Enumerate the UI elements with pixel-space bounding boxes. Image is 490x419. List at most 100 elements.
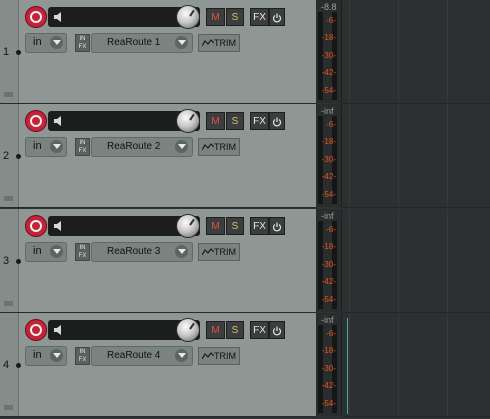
solo-button[interactable]: S xyxy=(226,8,244,26)
input-select[interactable]: in xyxy=(25,33,67,53)
volume-knob[interactable] xyxy=(177,110,199,132)
input-select[interactable]: in xyxy=(25,346,67,366)
chevron-down-icon[interactable] xyxy=(50,36,63,49)
fx-bypass-button[interactable] xyxy=(269,8,285,26)
power-icon xyxy=(272,222,282,232)
input-fx-button[interactable]: IN FX xyxy=(75,34,90,52)
fx-button[interactable]: FX xyxy=(250,217,269,235)
meter-scale-label: -54- xyxy=(321,86,336,95)
speaker-icon[interactable] xyxy=(53,324,65,336)
track-meter[interactable]: -inf -6- -18- -30- -42- -54- xyxy=(316,209,342,312)
trim-automation-button[interactable]: TRIM xyxy=(198,347,240,365)
solo-button[interactable]: S xyxy=(226,321,244,339)
mute-button[interactable]: M xyxy=(206,321,225,339)
meter-scale-label: -42- xyxy=(321,277,336,286)
input-select[interactable]: in xyxy=(25,137,67,157)
record-arm-button[interactable] xyxy=(25,215,47,237)
trim-automation-button[interactable]: TRIM xyxy=(198,243,240,261)
input-device-select[interactable]: ReaRoute 4 xyxy=(91,346,193,366)
input-label: in xyxy=(33,36,42,48)
peak-readout[interactable]: -inf xyxy=(321,211,334,221)
input-fx-button[interactable]: IN FX xyxy=(75,347,90,365)
chevron-down-icon[interactable] xyxy=(175,245,188,258)
track-control-panel[interactable]: 4 M S FX in IN FX ReaRoute 4 TRIM xyxy=(0,313,316,417)
input-fx-button[interactable]: IN FX xyxy=(75,138,90,156)
track-dot-icon xyxy=(16,154,21,159)
arrange-lane[interactable] xyxy=(342,209,490,313)
automation-trim-icon xyxy=(202,352,214,360)
arrange-lane[interactable] xyxy=(342,0,490,104)
fx-button[interactable]: FX xyxy=(250,321,269,339)
chevron-down-icon[interactable] xyxy=(175,349,188,362)
volume-knob[interactable] xyxy=(177,319,199,341)
track-2[interactable]: 2 M S FX in IN FX ReaRoute 2 TRIM -inf -… xyxy=(0,104,490,208)
input-device-select[interactable]: ReaRoute 3 xyxy=(91,242,193,262)
chevron-down-icon[interactable] xyxy=(50,140,63,153)
chevron-down-icon[interactable] xyxy=(175,36,188,49)
meter-scale-label: -30- xyxy=(321,364,336,373)
input-label: in xyxy=(33,140,42,152)
fx-bypass-button[interactable] xyxy=(269,321,285,339)
chevron-down-icon[interactable] xyxy=(175,140,188,153)
automation-trim-icon xyxy=(202,143,214,151)
record-arm-button[interactable] xyxy=(25,110,47,132)
trim-automation-button[interactable]: TRIM xyxy=(198,138,240,156)
track-meter[interactable]: -8.8 -6- -18- -30- -42- -54- xyxy=(316,0,342,103)
speaker-icon[interactable] xyxy=(53,11,65,23)
track-meter[interactable]: -inf -6- -18- -30- -42- -54- xyxy=(316,104,342,207)
folder-icon[interactable] xyxy=(4,196,13,201)
fx-button[interactable]: FX xyxy=(250,8,269,26)
mute-button[interactable]: M xyxy=(206,8,225,26)
arrange-lane[interactable] xyxy=(342,313,490,417)
solo-button[interactable]: S xyxy=(226,217,244,235)
fx-button[interactable]: FX xyxy=(250,112,269,130)
input-select[interactable]: in xyxy=(25,242,67,262)
chevron-down-icon[interactable] xyxy=(50,245,63,258)
volume-knob[interactable] xyxy=(177,6,199,28)
track-1[interactable]: 1 M S FX in IN FX ReaRoute 1 TRIM -8.8 -… xyxy=(0,0,490,104)
meter-scale-label: -18- xyxy=(321,33,336,42)
grid-line xyxy=(447,0,448,103)
meter-scale-label: -42- xyxy=(321,381,336,390)
volume-knob[interactable] xyxy=(177,215,199,237)
peak-readout[interactable]: -inf xyxy=(321,315,334,325)
fx-bypass-button[interactable] xyxy=(269,112,285,130)
peak-readout[interactable]: -8.8 xyxy=(321,2,337,12)
track-meter[interactable]: -inf -6- -18- -30- -42- -54- xyxy=(316,313,342,416)
track-control-panel[interactable]: 2 M S FX in IN FX ReaRoute 2 TRIM xyxy=(0,104,316,208)
track-control-panel[interactable]: 1 M S FX in IN FX ReaRoute 1 TRIM xyxy=(0,0,316,104)
trim-automation-button[interactable]: TRIM xyxy=(198,34,240,52)
track-number: 2 xyxy=(3,150,10,162)
mute-button[interactable]: M xyxy=(206,217,225,235)
speaker-icon[interactable] xyxy=(53,220,65,232)
speaker-icon[interactable] xyxy=(53,115,65,127)
track-list: 1 M S FX in IN FX ReaRoute 1 TRIM -8.8 -… xyxy=(0,0,490,419)
track-3[interactable]: 3 M S FX in IN FX ReaRoute 3 TRIM -inf -… xyxy=(0,209,490,313)
automation-trim-icon xyxy=(202,248,214,256)
record-arm-button[interactable] xyxy=(25,6,47,28)
arrange-lane[interactable] xyxy=(342,104,490,208)
folder-icon[interactable] xyxy=(4,405,13,410)
track-control-panel[interactable]: 3 M S FX in IN FX ReaRoute 3 TRIM xyxy=(0,209,316,313)
fx-bypass-button[interactable] xyxy=(269,217,285,235)
folder-icon[interactable] xyxy=(4,301,13,306)
folder-icon[interactable] xyxy=(4,92,13,97)
solo-button[interactable]: S xyxy=(226,112,244,130)
track-4[interactable]: 4 M S FX in IN FX ReaRoute 4 TRIM -inf -… xyxy=(0,313,490,417)
input-device-select[interactable]: ReaRoute 2 xyxy=(91,137,193,157)
peak-readout[interactable]: -inf xyxy=(321,106,334,116)
meter-scale-label: -54- xyxy=(321,190,336,199)
record-arm-button[interactable] xyxy=(25,319,47,341)
trim-label: TRIM xyxy=(214,351,236,361)
meter-scale-label: -6- xyxy=(326,120,336,129)
chevron-down-icon[interactable] xyxy=(50,349,63,362)
grid-line xyxy=(398,0,399,103)
meter-scale-label: -30- xyxy=(321,51,336,60)
input-label: in xyxy=(33,245,42,257)
mute-button[interactable]: M xyxy=(206,112,225,130)
input-fx-button[interactable]: IN FX xyxy=(75,243,90,261)
grid-line xyxy=(349,0,350,103)
track-number: 4 xyxy=(3,359,10,371)
input-device-label: ReaRoute 3 xyxy=(107,246,161,257)
input-device-select[interactable]: ReaRoute 1 xyxy=(91,33,193,53)
